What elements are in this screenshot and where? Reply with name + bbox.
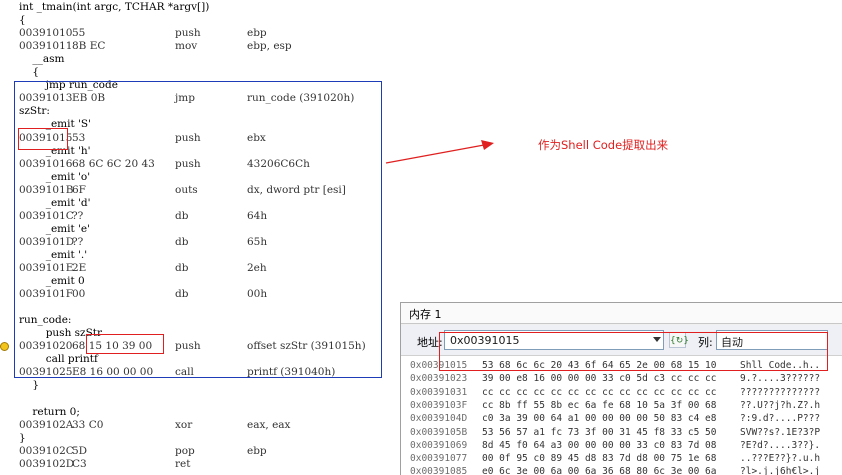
- arrow-icon: [385, 140, 494, 164]
- instruction-bytes: 8B EC: [72, 40, 106, 53]
- memory-row-address: 0x00391069: [410, 439, 468, 451]
- source-line: }: [0, 379, 390, 392]
- instruction-mnemonic: pop: [175, 444, 195, 457]
- memory-window-title-bar: 内存 1: [401, 303, 842, 324]
- memory-row-ascii: 9.?....3??????: [740, 373, 821, 385]
- disasm-instruction-row: 0039102D C3 ret: [0, 458, 390, 471]
- disasm-instruction-row: 00391010 55 push ebp: [0, 27, 390, 40]
- instruction-bytes: C3: [72, 457, 87, 470]
- instruction-address: 00391011: [19, 40, 73, 53]
- source-text: __asm: [19, 53, 65, 66]
- instruction-address: 0039102A: [19, 418, 74, 431]
- memory-row-hex: 8d 45 f0 64 a3 00 00 00 00 33 c0 83 7d 0…: [482, 439, 717, 451]
- instruction-address: 00391010: [19, 27, 73, 40]
- memory-row-hex: 53 56 57 a1 fc 73 3f 00 31 45 f8 33 c5 5…: [482, 426, 717, 438]
- memory-row-ascii: SVW??s?.1E?3?P: [740, 426, 821, 438]
- instruction-bytes: 33 C0: [72, 418, 104, 431]
- memory-row-ascii: ..???E??}?.u.h: [740, 453, 821, 465]
- instruction-mnemonic: ret: [175, 457, 191, 470]
- source-line: int _tmain(int argc, TCHAR *argv[]): [0, 1, 390, 14]
- memory-row-address: 0x00391077: [410, 453, 468, 465]
- source-line: return 0;: [0, 406, 390, 419]
- memory-row-hex: 00 0f 95 c0 89 45 d8 83 7d d8 00 75 1e 6…: [482, 453, 717, 465]
- memory-row-ascii: ?:9.d?....P???: [740, 413, 821, 425]
- memory-row[interactable]: 0x0039104D c0 3a 39 00 64 a1 00 00 00 00 …: [401, 412, 842, 425]
- instruction-operand: ebp: [247, 27, 267, 40]
- instruction-address: 0039102D: [19, 457, 75, 470]
- memory-row[interactable]: 0x00391031 cc cc cc cc cc cc cc cc cc cc …: [401, 386, 842, 399]
- shellcode-start-address-highlight: [18, 128, 68, 150]
- source-text: return 0;: [19, 405, 80, 418]
- source-line: [0, 393, 390, 406]
- memory-address-highlight: [439, 332, 828, 371]
- source-line: {: [0, 66, 390, 79]
- instruction-mnemonic: xor: [175, 418, 193, 431]
- memory-window[interactable]: 内存 1 地址: 0x00391015 {↻} 列: 自动 0x00391015…: [400, 302, 842, 475]
- memory-row-hex: cc cc cc cc cc cc cc cc cc cc cc cc cc c…: [482, 386, 717, 398]
- memory-row-hex: 39 00 e8 16 00 00 00 33 c0 5d c3 cc cc c…: [482, 373, 717, 385]
- instruction-mnemonic: push: [175, 27, 201, 40]
- instruction-bytes: 55: [72, 27, 86, 40]
- instruction-mnemonic: mov: [175, 40, 198, 53]
- push-operand-bytes-highlight: [86, 334, 164, 354]
- shellcode-annotation: 作为Shell Code提取出来: [538, 138, 669, 152]
- memory-row[interactable]: 0x0039105B 53 56 57 a1 fc 73 3f 00 31 45 …: [401, 426, 842, 439]
- memory-row[interactable]: 0x00391023 39 00 e8 16 00 00 00 33 c0 5d …: [401, 372, 842, 385]
- memory-row[interactable]: 0x00391077 00 0f 95 c0 89 45 d8 83 7d d8 …: [401, 452, 842, 465]
- instruction-bytes: 5D: [72, 444, 88, 457]
- memory-window-title: 内存 1: [409, 308, 442, 321]
- source-line: }: [0, 432, 390, 445]
- memory-row-address: 0x0039104D: [410, 413, 468, 425]
- instruction-operand: ebp: [247, 444, 267, 457]
- source-line: {: [0, 14, 390, 27]
- asm-block-outline: [14, 81, 382, 378]
- memory-row-address: 0x00391031: [410, 386, 468, 398]
- memory-row-hex: cc 8b ff 55 8b ec 6a fe 68 10 5a 3f 00 6…: [482, 399, 717, 411]
- memory-row-ascii: ??.U??j?h.Z?.h: [740, 399, 821, 411]
- source-text: {: [19, 14, 26, 27]
- memory-row[interactable]: 0x0039103F cc 8b ff 55 8b ec 6a fe 68 10 …: [401, 399, 842, 412]
- memory-dump-rows[interactable]: 0x00391015 53 68 6c 6c 20 43 6f 64 65 2e …: [401, 356, 842, 475]
- instruction-address: 0039102C: [19, 444, 74, 457]
- instruction-operand: eax, eax: [247, 418, 291, 431]
- source-text: }: [19, 431, 26, 444]
- memory-row[interactable]: 0x00391069 8d 45 f0 64 a3 00 00 00 00 33 …: [401, 439, 842, 452]
- source-line: __asm: [0, 53, 390, 66]
- source-text: {: [19, 66, 40, 79]
- memory-row-address: 0x00391023: [410, 373, 468, 385]
- breakpoint-icon[interactable]: [0, 342, 9, 351]
- disasm-instruction-row: 0039102A 33 C0 xor eax, eax: [0, 419, 390, 432]
- instruction-operand: ebp, esp: [247, 40, 292, 53]
- disasm-instruction-row: 0039102C 5D pop ebp: [0, 445, 390, 458]
- disasm-instruction-row: 00391011 8B EC mov ebp, esp: [0, 40, 390, 53]
- memory-row-ascii: ??????????????: [740, 386, 821, 398]
- source-text: int _tmain(int argc, TCHAR *argv[]): [19, 1, 210, 13]
- memory-row-ascii: ?E?d?....3??}.: [740, 439, 821, 451]
- memory-row-hex: c0 3a 39 00 64 a1 00 00 00 00 50 83 c4 e…: [482, 413, 717, 425]
- memory-row-address: 0x0039103F: [410, 399, 468, 411]
- source-text: }: [19, 379, 40, 392]
- memory-row-address: 0x0039105B: [410, 426, 468, 438]
